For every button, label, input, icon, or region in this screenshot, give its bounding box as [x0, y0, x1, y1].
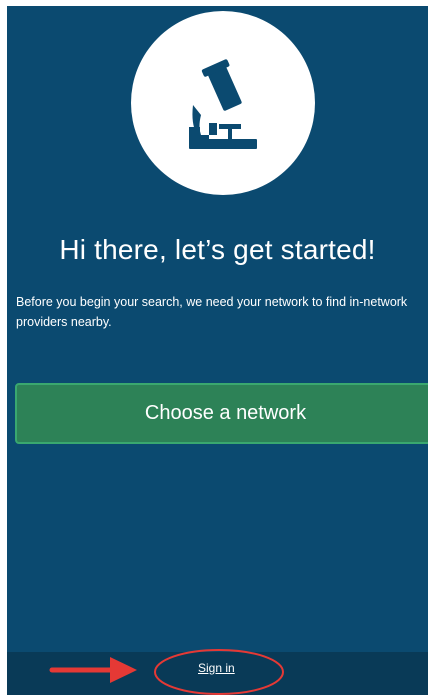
- welcome-description: Before you begin your search, we need yo…: [16, 295, 408, 329]
- onboarding-screen: Hi there, let’s get started! Before you …: [7, 6, 428, 695]
- hero-illustration: [131, 11, 315, 195]
- sign-in-link[interactable]: Sign in: [198, 661, 235, 675]
- welcome-headline: Hi there, let’s get started!: [59, 234, 376, 265]
- microscope-icon: [189, 59, 257, 149]
- choose-network-button[interactable]: Choose a network: [15, 383, 428, 444]
